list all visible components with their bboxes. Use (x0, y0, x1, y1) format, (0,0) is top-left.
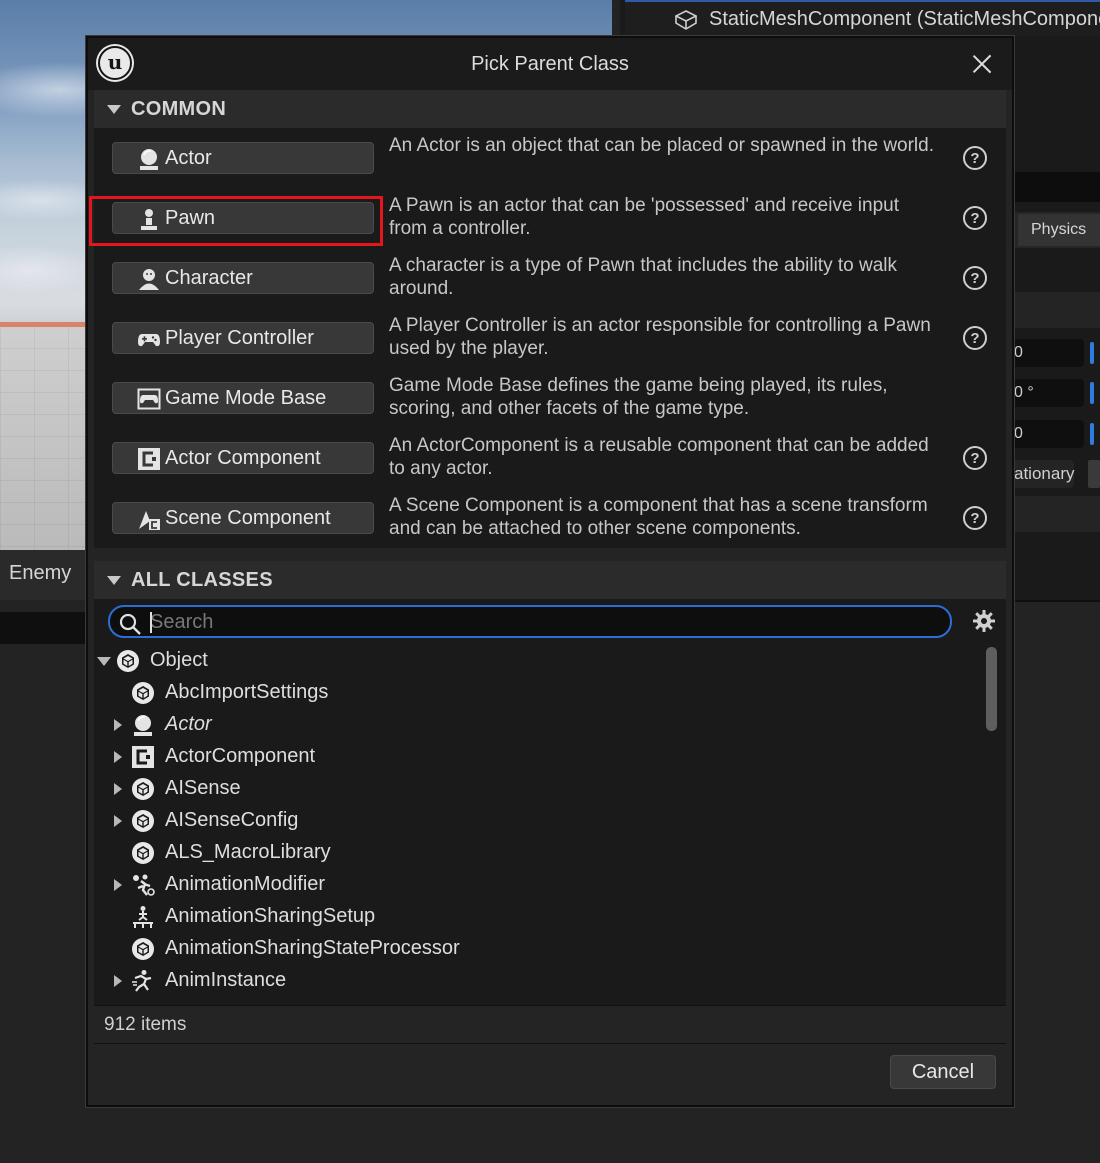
cube-icon (132, 682, 154, 704)
settings-gear-icon[interactable] (972, 609, 996, 633)
collapse-triangle-icon (107, 575, 121, 585)
section-all-classes-header[interactable]: ALL CLASSES (94, 561, 1006, 599)
game-mode-icon (137, 388, 161, 410)
help-icon[interactable]: ? (963, 506, 987, 530)
details-component-row[interactable]: StaticMeshComponent (StaticMeshCompone (625, 0, 1100, 36)
actor-component-icon (132, 746, 154, 768)
character-description: A character is a type of Pawn that inclu… (389, 255, 897, 299)
help-icon[interactable]: ? (963, 206, 987, 230)
actor-component-description: An ActorComponent is a reusable componen… (389, 435, 929, 479)
expand-arrow-down-icon[interactable] (97, 657, 111, 666)
tree-row-label: AbcImportSettings (165, 681, 329, 703)
actor-component-button[interactable]: Actor Component (112, 442, 374, 474)
search-icon (119, 613, 141, 635)
common-classes-list: Actor An Actor is an object that can be … (94, 128, 1006, 548)
close-icon[interactable] (970, 52, 994, 76)
expand-arrow-right-icon[interactable] (114, 975, 122, 987)
actor-icon (134, 715, 152, 736)
pawn-highlight-box (89, 196, 383, 246)
dialog-title: Pick Parent Class (471, 53, 629, 75)
cancel-button[interactable]: Cancel (890, 1055, 996, 1089)
tree-row-label: Object (150, 649, 208, 671)
character-button[interactable]: Character (112, 262, 374, 294)
tree-row-label: Actor (165, 713, 212, 735)
tree-row[interactable]: Actor (94, 709, 984, 741)
outliner-item-enemy[interactable]: Enemy (0, 550, 86, 600)
tree-row[interactable]: AnimationSharingStateProcessor (94, 933, 984, 965)
transform-field-y[interactable]: 0 ° (1012, 379, 1084, 407)
all-classes-panel: Object AbcImportSettings Actor ActorCompone… (94, 599, 1006, 1009)
pawn-description: A Pawn is an actor that can be 'possesse… (389, 195, 900, 239)
tree-row[interactable]: Object (94, 645, 984, 677)
character-icon (139, 269, 159, 290)
cube-icon (132, 842, 154, 864)
tree-row-label: AnimationSharingSetup (165, 905, 376, 927)
anim-modifier-icon (133, 874, 155, 896)
tab-physics[interactable]: Physics (1018, 214, 1100, 246)
tree-row[interactable]: AnimInstance (94, 965, 984, 997)
tree-row-label: ActorComponent (165, 745, 316, 767)
actor-icon (140, 149, 158, 170)
transform-field-x[interactable]: 0 (1012, 339, 1084, 367)
tree-row[interactable]: ALS_MacroLibrary (94, 837, 984, 869)
expand-arrow-right-icon[interactable] (114, 815, 122, 827)
scene-component-button[interactable]: Scene Component (112, 502, 374, 534)
cube-icon (132, 938, 154, 960)
item-count: 912 items (94, 1005, 1006, 1043)
common-row-character: Character A character is a type of Pawn … (94, 248, 1006, 308)
scene-component-description: A Scene Component is a component that ha… (389, 495, 928, 539)
tree-row-label: AnimationModifier (165, 873, 326, 895)
tree-scrollbar[interactable] (986, 647, 997, 731)
mobility-option[interactable]: ationary (1012, 460, 1074, 488)
tree-row-label: AnimInstance (165, 969, 287, 991)
class-search-box[interactable] (108, 605, 952, 638)
common-row-actor-component: Actor Component An ActorComponent is a r… (94, 428, 1006, 488)
player-controller-description: A Player Controller is an actor responsi… (389, 315, 931, 359)
common-row-game-mode-base: Game Mode Base Game Mode Base defines th… (94, 368, 1006, 428)
common-row-player-controller: Player Controller A Player Controller is… (94, 308, 1006, 368)
expand-arrow-right-icon[interactable] (114, 719, 122, 731)
actor-component-icon (138, 448, 160, 470)
tree-row-label: AISenseConfig (165, 809, 299, 831)
player-controller-button[interactable]: Player Controller (112, 322, 374, 354)
section-common-header[interactable]: COMMON (94, 90, 1006, 128)
expand-arrow-right-icon[interactable] (114, 751, 122, 763)
tree-row[interactable]: ActorComponent (94, 741, 984, 773)
tree-row-label: ALS_MacroLibrary (165, 841, 331, 863)
static-mesh-icon (675, 10, 697, 30)
class-tree[interactable]: Object AbcImportSettings Actor ActorCompone… (94, 645, 984, 1005)
common-row-scene-component: Scene Component A Scene Component is a c… (94, 488, 1006, 548)
anim-sharing-icon (133, 906, 153, 928)
dialog-titlebar: u Pick Parent Class (88, 38, 1012, 90)
tree-row[interactable]: AnimationSharingSetup (94, 901, 984, 933)
expand-arrow-right-icon[interactable] (114, 879, 122, 891)
cube-icon (132, 778, 154, 800)
tree-row[interactable]: AnimationModifier (94, 869, 984, 901)
game-mode-base-description: Game Mode Base defines the game being pl… (389, 375, 888, 419)
pick-parent-class-dialog: u Pick Parent Class COMMON Actor An Acto… (86, 36, 1014, 1107)
actor-button[interactable]: Actor (112, 142, 374, 174)
help-icon[interactable]: ? (963, 446, 987, 470)
cube-icon (117, 650, 139, 672)
gamepad-icon (138, 334, 160, 347)
expand-arrow-right-icon[interactable] (114, 783, 122, 795)
game-mode-base-button[interactable]: Game Mode Base (112, 382, 374, 414)
common-row-actor: Actor An Actor is an object that can be … (94, 128, 1006, 188)
tree-row[interactable]: AISense (94, 773, 984, 805)
tree-row-label: AnimationSharingStateProcessor (165, 937, 460, 959)
help-icon[interactable]: ? (963, 266, 987, 290)
tree-row[interactable]: AbcImportSettings (94, 677, 984, 709)
help-icon[interactable]: ? (963, 326, 987, 350)
anim-instance-icon (132, 970, 152, 992)
transform-field-z[interactable]: 0 (1012, 420, 1084, 448)
cube-icon (132, 810, 154, 832)
scene-component-icon (139, 511, 160, 530)
help-icon[interactable]: ? (963, 146, 987, 170)
actor-description: An Actor is an object that can be placed… (389, 135, 934, 156)
search-input[interactable] (150, 609, 940, 635)
tree-row[interactable]: AISenseConfig (94, 805, 984, 837)
details-component-label: StaticMeshComponent (StaticMeshCompone (709, 7, 1100, 30)
tree-row-label: AISense (165, 777, 241, 799)
collapse-triangle-icon (107, 104, 121, 114)
